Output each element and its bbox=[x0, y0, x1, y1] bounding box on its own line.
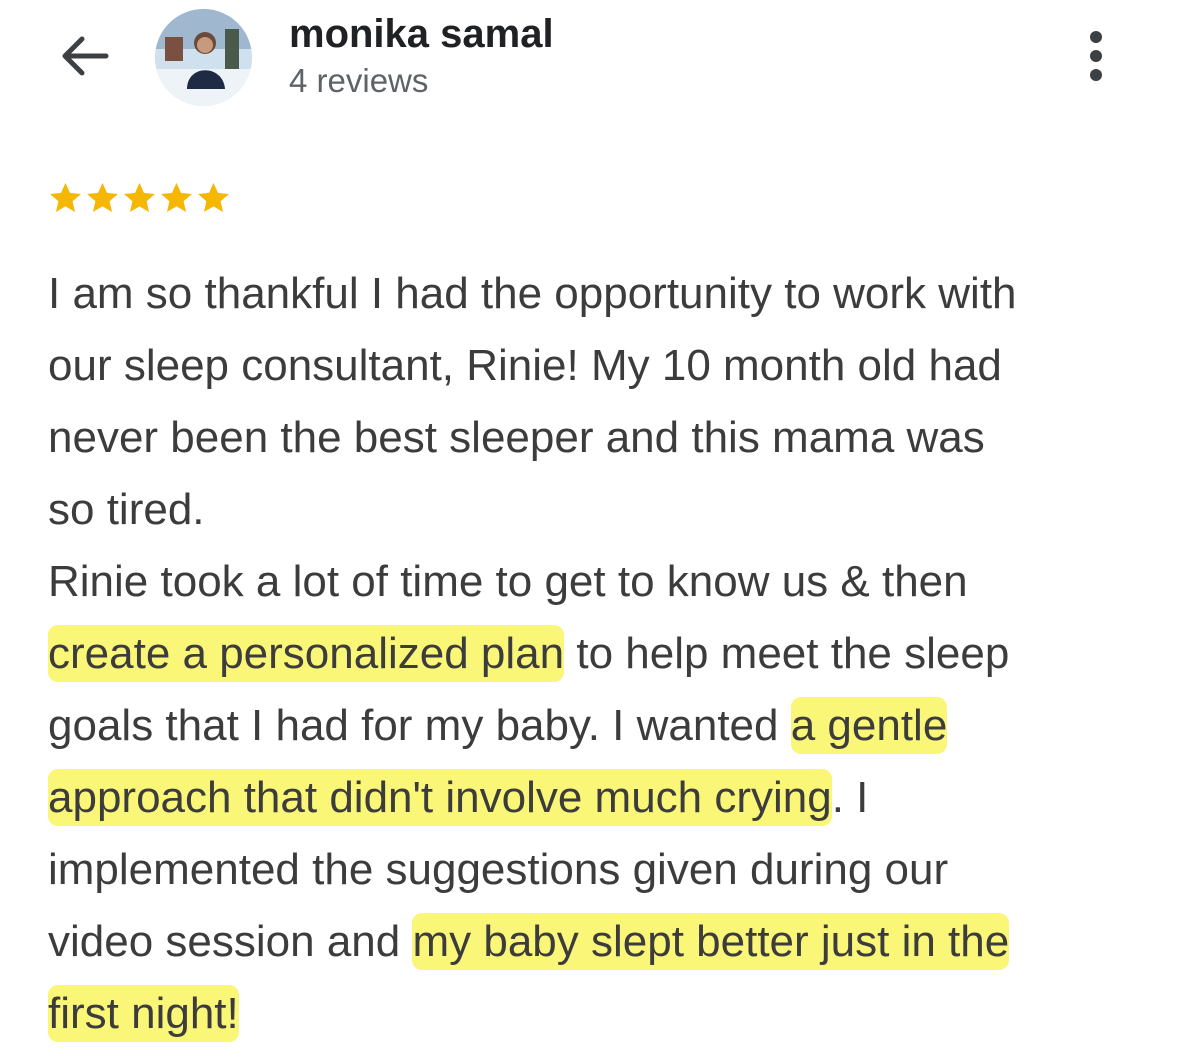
review-line: create a personalized plan to help meet … bbox=[48, 618, 1158, 690]
star-icon bbox=[195, 176, 232, 220]
review-line: video session and my baby slept better j… bbox=[48, 906, 1158, 978]
review-text-segment: so tired. bbox=[48, 485, 205, 534]
review-text-segment: implemented the suggestions given during… bbox=[48, 845, 949, 894]
review-line: goals that I had for my baby. I wanted a… bbox=[48, 690, 1158, 762]
review-header: monika samal 4 reviews bbox=[0, 0, 1179, 120]
avatar-photo bbox=[155, 9, 252, 106]
reviewer-name[interactable]: monika samal bbox=[289, 12, 554, 57]
review-line: first night! bbox=[48, 978, 1158, 1050]
star-icon bbox=[47, 176, 84, 220]
highlighted-text: a gentle bbox=[790, 697, 948, 754]
highlighted-text: first night! bbox=[48, 985, 239, 1042]
star-icon bbox=[84, 176, 121, 220]
review-text-segment: never been the best sleeper and this mam… bbox=[48, 413, 985, 462]
review-line: our sleep consultant, Rinie! My 10 month… bbox=[48, 330, 1158, 402]
review-count: 4 reviews bbox=[289, 62, 429, 99]
review-text-segment: our sleep consultant, Rinie! My 10 month… bbox=[48, 341, 1002, 390]
highlighted-text: my baby slept better just in the bbox=[412, 913, 1010, 970]
review-line: implemented the suggestions given during… bbox=[48, 834, 1158, 906]
review-text-segment: to help meet the sleep bbox=[564, 629, 1010, 678]
review-text-segment: I am so thankful I had the opportunity t… bbox=[48, 269, 1017, 318]
more-options-button[interactable] bbox=[1074, 28, 1118, 88]
review-text-segment: . I bbox=[831, 773, 869, 822]
more-vert-icon bbox=[1086, 28, 1106, 89]
review-text-segment: goals that I had for my baby. I wanted bbox=[48, 701, 791, 750]
star-icon bbox=[121, 176, 158, 220]
highlighted-text: approach that didn't involve much crying bbox=[48, 769, 832, 826]
review-text-segment: video session and bbox=[48, 917, 413, 966]
star-icon bbox=[158, 176, 195, 220]
review-line: never been the best sleeper and this mam… bbox=[48, 402, 1158, 474]
review-line: I am so thankful I had the opportunity t… bbox=[48, 258, 1158, 330]
avatar[interactable] bbox=[155, 9, 252, 106]
review-text-segment: Rinie took a lot of time to get to know … bbox=[48, 557, 968, 606]
review-line: Rinie took a lot of time to get to know … bbox=[48, 546, 1158, 618]
arrow-back-icon bbox=[58, 30, 110, 87]
star-rating bbox=[47, 176, 232, 222]
review-text: I am so thankful I had the opportunity t… bbox=[48, 258, 1158, 1050]
back-button[interactable] bbox=[52, 26, 116, 90]
highlighted-text: create a personalized plan bbox=[48, 625, 565, 682]
review-line: approach that didn't involve much crying… bbox=[48, 762, 1158, 834]
review-line: so tired. bbox=[48, 474, 1158, 546]
